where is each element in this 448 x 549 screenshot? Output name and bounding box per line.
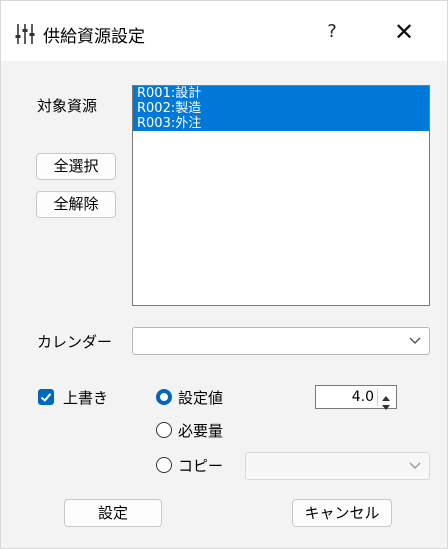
- check-icon: [40, 393, 52, 402]
- title-bar: 供給資源設定 ? ✕: [1, 1, 447, 61]
- chevron-down-icon: [409, 462, 421, 469]
- radio-copy[interactable]: [156, 457, 172, 473]
- calendar-dropdown[interactable]: [132, 327, 430, 355]
- copy-source-dropdown[interactable]: [245, 452, 430, 480]
- setting-value-spinner[interactable]: 4.0: [315, 385, 397, 410]
- chevron-down-icon: [409, 337, 421, 344]
- supply-resource-settings-dialog: 供給資源設定 ? ✕ 対象資源 全選択 全解除 R001:設計 R002:製造 …: [0, 0, 448, 549]
- setting-value: 4.0: [351, 389, 374, 405]
- spin-up-button[interactable]: [378, 388, 394, 401]
- close-button[interactable]: ✕: [387, 18, 421, 46]
- radio-required-amount[interactable]: [156, 422, 172, 438]
- resource-listbox[interactable]: R001:設計 R002:製造 R003:外注: [132, 85, 430, 306]
- radio-required-amount-label: 必要量: [178, 422, 224, 440]
- window-title: 供給資源設定: [43, 27, 145, 47]
- overwrite-label: 上書き: [63, 389, 109, 407]
- select-all-button[interactable]: 全選択: [36, 153, 116, 180]
- calendar-label: カレンダー: [37, 333, 113, 351]
- list-item[interactable]: R001:設計: [133, 86, 429, 101]
- overwrite-checkbox[interactable]: [38, 389, 54, 405]
- sliders-icon: [15, 24, 35, 44]
- list-item[interactable]: R003:外注: [133, 116, 429, 131]
- list-item[interactable]: R002:製造: [133, 101, 429, 116]
- triangle-down-icon: [382, 405, 390, 410]
- spin-down-button[interactable]: [378, 397, 394, 410]
- deselect-all-button[interactable]: 全解除: [36, 191, 116, 218]
- cancel-button[interactable]: キャンセル: [292, 499, 392, 527]
- radio-copy-label: コピー: [178, 457, 224, 475]
- set-button[interactable]: 設定: [64, 499, 162, 527]
- help-button[interactable]: ?: [319, 18, 345, 46]
- radio-setting-value-label: 設定値: [178, 389, 224, 407]
- target-resources-label: 対象資源: [37, 97, 98, 115]
- radio-setting-value[interactable]: [156, 389, 172, 405]
